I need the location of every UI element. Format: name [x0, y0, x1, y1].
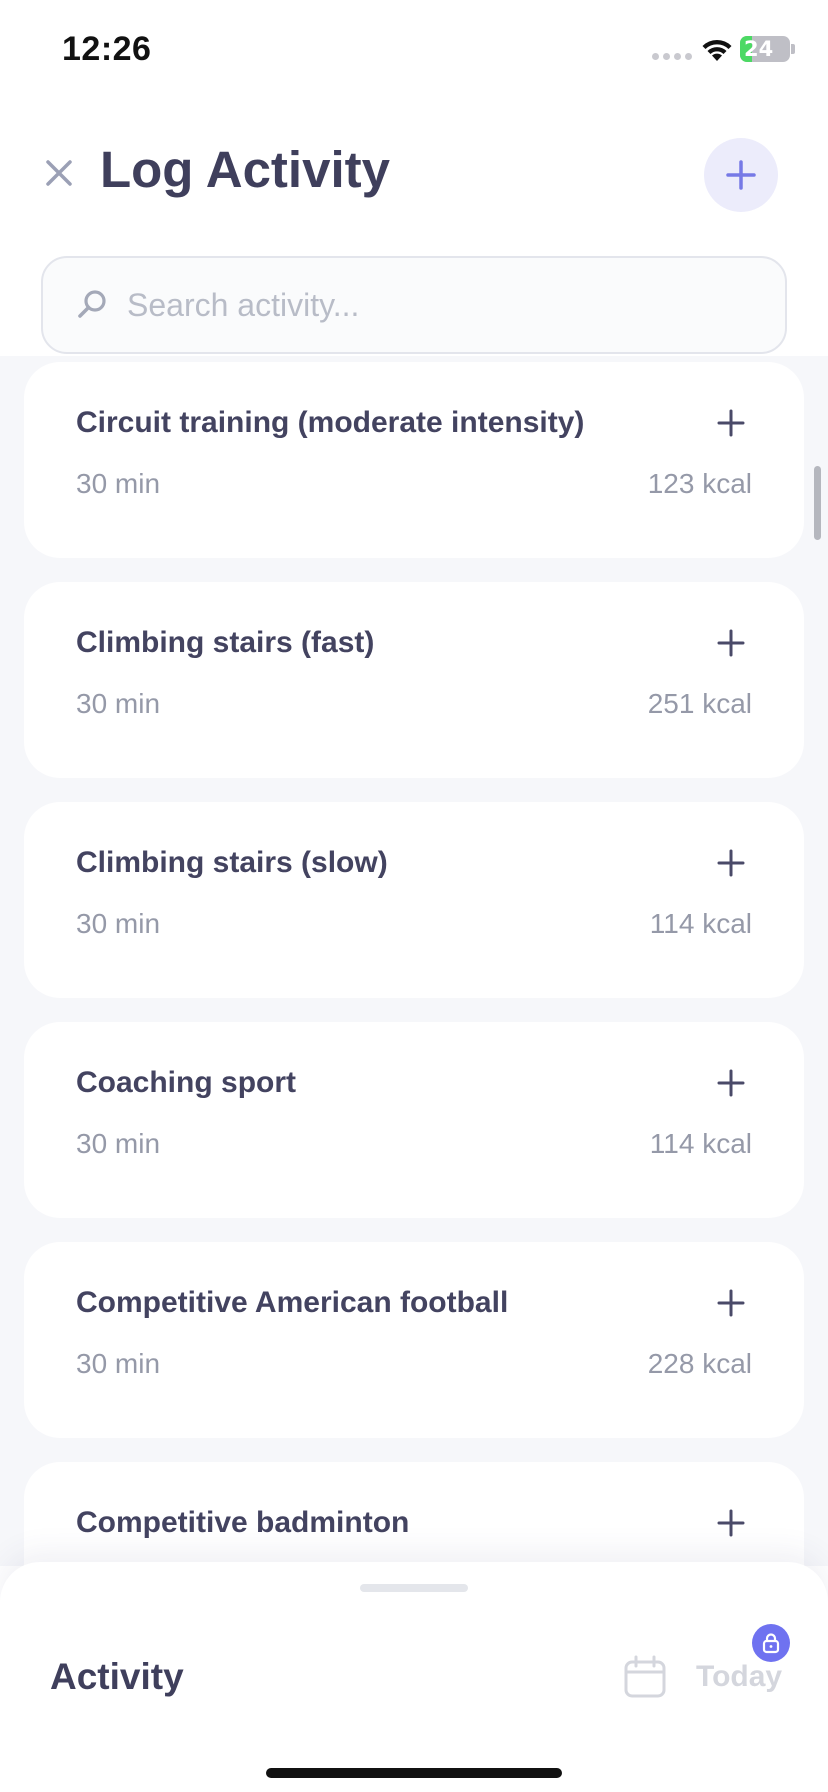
lock-icon [762, 1633, 780, 1654]
home-indicator[interactable] [266, 1768, 562, 1778]
activity-card[interactable]: Circuit training (moderate intensity) 30… [24, 362, 804, 558]
activity-card[interactable]: Climbing stairs (fast) 30 min 251 kcal [24, 582, 804, 778]
cellular-signal-icon [652, 53, 692, 60]
status-time: 12:26 [62, 30, 152, 68]
activity-list[interactable]: Circuit training (moderate intensity) 30… [0, 356, 828, 1566]
add-icon[interactable] [716, 848, 746, 878]
battery-icon: 24 [740, 36, 790, 62]
status-bar: 12:26 24 [0, 0, 828, 100]
activity-card[interactable]: Competitive American football 30 min 228… [24, 1242, 804, 1438]
add-icon[interactable] [716, 1288, 746, 1318]
activity-name: Circuit training (moderate intensity) [76, 406, 585, 439]
activity-kcal: 228 kcal [647, 1348, 752, 1379]
activity-card[interactable]: Competitive badminton [24, 1462, 804, 1566]
activity-kcal: 251 kcal [647, 688, 752, 719]
add-icon[interactable] [716, 1508, 746, 1538]
add-activity-button[interactable] [704, 138, 778, 212]
activity-name: Competitive American football [76, 1286, 509, 1319]
activity-duration: 30 min [76, 688, 161, 719]
activity-card[interactable]: Climbing stairs (slow) 30 min 114 kcal [24, 802, 804, 998]
plus-icon [726, 160, 756, 190]
activity-kcal: 114 kcal [649, 908, 752, 939]
wifi-icon [702, 39, 732, 61]
search-box[interactable] [41, 256, 787, 354]
sheet-title: Activity [50, 1656, 184, 1697]
scrollbar[interactable] [814, 466, 821, 540]
activity-duration: 30 min [76, 1128, 161, 1159]
bottom-sheet[interactable]: Activity Today [0, 1562, 828, 1792]
page-title: Log Activity [100, 141, 390, 198]
activity-name: Competitive badminton [76, 1506, 410, 1539]
activity-card[interactable]: Coaching sport 30 min 114 kcal [24, 1022, 804, 1218]
drag-handle[interactable] [360, 1584, 468, 1592]
date-selector[interactable]: Today [696, 1660, 782, 1694]
close-icon[interactable] [42, 156, 76, 190]
activity-name: Climbing stairs (slow) [76, 846, 388, 879]
add-icon[interactable] [716, 1068, 746, 1098]
activity-duration: 30 min [76, 468, 161, 499]
activity-kcal: 114 kcal [649, 1128, 752, 1159]
battery-level: 24 [744, 37, 774, 61]
activity-kcal: 123 kcal [647, 468, 752, 499]
activity-name: Coaching sport [76, 1066, 297, 1099]
battery-cap [791, 44, 795, 54]
add-icon[interactable] [716, 628, 746, 658]
search-icon [78, 290, 106, 318]
calendar-icon[interactable] [622, 1654, 668, 1700]
activity-duration: 30 min [76, 908, 161, 939]
add-icon[interactable] [716, 408, 746, 438]
search-input[interactable] [127, 286, 727, 324]
activity-duration: 30 min [76, 1348, 161, 1379]
activity-name: Climbing stairs (fast) [76, 626, 375, 659]
lock-badge [752, 1624, 790, 1662]
